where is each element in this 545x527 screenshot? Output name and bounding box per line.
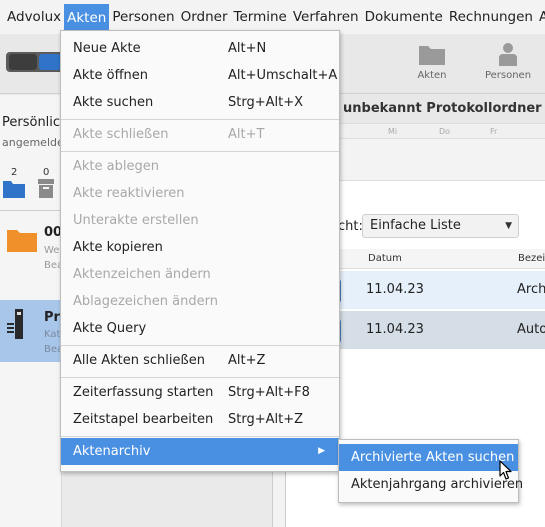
table-row[interactable]: 11.04.23 Arch <box>335 271 545 309</box>
menu-item-label: Aktenzeichen ändern <box>73 267 211 282</box>
table-header: Datum Bezei <box>338 249 545 269</box>
menu-item-label: Akte suchen <box>73 95 154 110</box>
menu-separator <box>61 436 339 437</box>
menu-item-akte-query[interactable]: Akte Query <box>61 315 339 342</box>
view-toggle[interactable] <box>6 52 64 72</box>
menu-item-label: Zeitstapel bearbeiten <box>73 412 214 427</box>
left-panel: Persönlich angemelde 2 0 00 We Bea Pro K… <box>0 95 62 527</box>
menu-item-unterakte-erstellen: Unterakte erstellen <box>61 207 339 234</box>
menu-item-label: Unterakte erstellen <box>73 213 199 228</box>
menu-item-shortcut: Strg+Alt+F8 <box>228 385 310 400</box>
menu-item-alle-akten-schliessen[interactable]: Alle Akten schließen Alt+Z <box>61 347 339 374</box>
menu-item-label: Akte reaktivieren <box>73 186 185 201</box>
menu-item-label: Zeiterfassung starten <box>73 385 214 400</box>
akten-menu: Neue Akte Alt+N Akte öffnen Alt+Umschalt… <box>60 30 340 472</box>
list-item-selected[interactable]: Pro Kat Bea <box>0 300 61 362</box>
menu-item-shortcut: Strg+Alt+Z <box>228 412 304 427</box>
menu-ordner[interactable]: Ordner <box>178 0 231 34</box>
cell-datum: 11.04.23 <box>366 282 424 297</box>
person-icon <box>499 43 517 66</box>
menu-item-shortcut: Alt+N <box>228 41 267 56</box>
menu-item-aktenarchiv[interactable]: Aktenarchiv ▶ <box>61 438 339 465</box>
day-label: Do <box>439 127 451 136</box>
archive-icon[interactable] <box>38 179 54 198</box>
personen-toolbar-button[interactable]: Personen <box>484 42 532 81</box>
menu-item-akte-oeffnen[interactable]: Akte öffnen Alt+Umschalt+A <box>61 62 339 89</box>
calendar-days: Mi Do Fr <box>333 123 545 139</box>
menu-item-label: Akte öffnen <box>73 68 149 83</box>
menu-separator <box>61 119 339 120</box>
caret-down-icon: ▼ <box>505 221 512 231</box>
akten-toolbar-button[interactable]: Akten <box>408 42 456 81</box>
menu-item-label: Ablagezeichen ändern <box>73 294 218 309</box>
menu-item-akte-kopieren[interactable]: Akte kopieren <box>61 234 339 261</box>
folder-orange-icon <box>7 230 37 252</box>
view-select-value: Einfache Liste <box>370 218 461 233</box>
list-item-sub: We <box>44 245 60 256</box>
view-label: cht: <box>338 219 363 234</box>
menu-item-shortcut: Alt+T <box>228 127 265 142</box>
menu-advolux[interactable]: Advolux <box>0 0 64 34</box>
menu-item-label: Akte kopieren <box>73 240 163 255</box>
menu-item-label: Akte ablegen <box>73 159 159 174</box>
submenu-item-aktenjahrgang-archivieren[interactable]: Aktenjahrgang archivieren <box>339 471 523 498</box>
view-select[interactable]: Einfache Liste ▼ <box>362 214 519 238</box>
panel-title: Persönlich <box>2 115 62 130</box>
submenu-arrow-icon: ▶ <box>318 446 325 456</box>
day-label: Fr <box>490 127 498 136</box>
calendar-header: unbekannt Protokollordner Akten <box>333 95 545 123</box>
column-datum[interactable]: Datum <box>368 249 402 269</box>
day-label: Mi <box>388 127 398 136</box>
menu-item-zeiterfassung-starten[interactable]: Zeiterfassung starten Strg+Alt+F8 <box>61 379 339 406</box>
menubar: Advolux Akten Personen Ordner Termine Ve… <box>0 0 545 34</box>
menu-item-shortcut: Strg+Alt+X <box>228 95 304 110</box>
aktenarchiv-submenu: Archivierte Akten suchen Aktenjahrgang a… <box>338 439 523 503</box>
mouse-cursor-icon <box>499 460 512 480</box>
count-open: 2 <box>11 167 18 178</box>
menu-auswertungen[interactable]: Auswe <box>536 0 545 34</box>
menu-item-shortcut: Alt+Umschalt+A <box>228 68 338 83</box>
cell-bezeichnung: Arch <box>517 282 545 297</box>
menu-item-zeitstapel-bearbeiten[interactable]: Zeitstapel bearbeiten Strg+Alt+Z <box>61 406 339 433</box>
panel-subtitle: angemelde <box>2 136 62 149</box>
akten-toolbar-label: Akten <box>417 70 447 81</box>
column-bezeichnung[interactable]: Bezei <box>518 249 545 269</box>
folder-icon <box>419 46 445 65</box>
personen-toolbar-label: Personen <box>484 70 532 81</box>
binder-icon <box>7 309 23 339</box>
panel-divider <box>0 210 61 211</box>
menu-verfahren[interactable]: Verfahren <box>290 0 362 34</box>
menu-item-akte-suchen[interactable]: Akte suchen Strg+Alt+X <box>61 89 339 116</box>
menu-item-label: Aktenarchiv <box>73 444 151 459</box>
count-closed: 0 <box>43 167 50 178</box>
menu-item-shortcut: Alt+Z <box>228 353 266 368</box>
menu-termine[interactable]: Termine <box>231 0 290 34</box>
cell-datum: 11.04.23 <box>366 322 424 337</box>
menu-item-label: Neue Akte <box>73 41 141 56</box>
grid-view-icon[interactable] <box>9 54 37 70</box>
menu-dokumente[interactable]: Dokumente <box>362 0 446 34</box>
list-view-icon[interactable] <box>39 54 61 70</box>
list-item-sub: Kat <box>44 329 61 340</box>
menu-item-aktenzeichen-aendern: Aktenzeichen ändern <box>61 261 339 288</box>
menu-item-neue-akte[interactable]: Neue Akte Alt+N <box>61 35 339 62</box>
menu-separator <box>61 345 339 346</box>
cell-bezeichnung: Auto <box>517 322 545 337</box>
folder-blue-icon[interactable] <box>3 179 25 198</box>
menu-rechnungen[interactable]: Rechnungen <box>446 0 536 34</box>
menu-item-ablagezeichen-aendern: Ablagezeichen ändern <box>61 288 339 315</box>
menu-personen[interactable]: Personen <box>109 0 177 34</box>
menu-separator <box>61 151 339 152</box>
menu-item-label: Akte schließen <box>73 127 169 142</box>
menu-item-akte-reaktivieren: Akte reaktivieren <box>61 180 339 207</box>
table-row[interactable]: 11.04.23 Auto <box>335 311 545 349</box>
menu-item-label: Akte Query <box>73 321 147 336</box>
menu-item-akte-ablegen: Akte ablegen <box>61 153 339 180</box>
menu-separator <box>61 377 339 378</box>
submenu-item-archivierte-akten-suchen[interactable]: Archivierte Akten suchen <box>339 444 518 471</box>
menu-item-label: Alle Akten schließen <box>73 353 205 368</box>
menu-item-akte-schliessen: Akte schließen Alt+T <box>61 121 339 148</box>
